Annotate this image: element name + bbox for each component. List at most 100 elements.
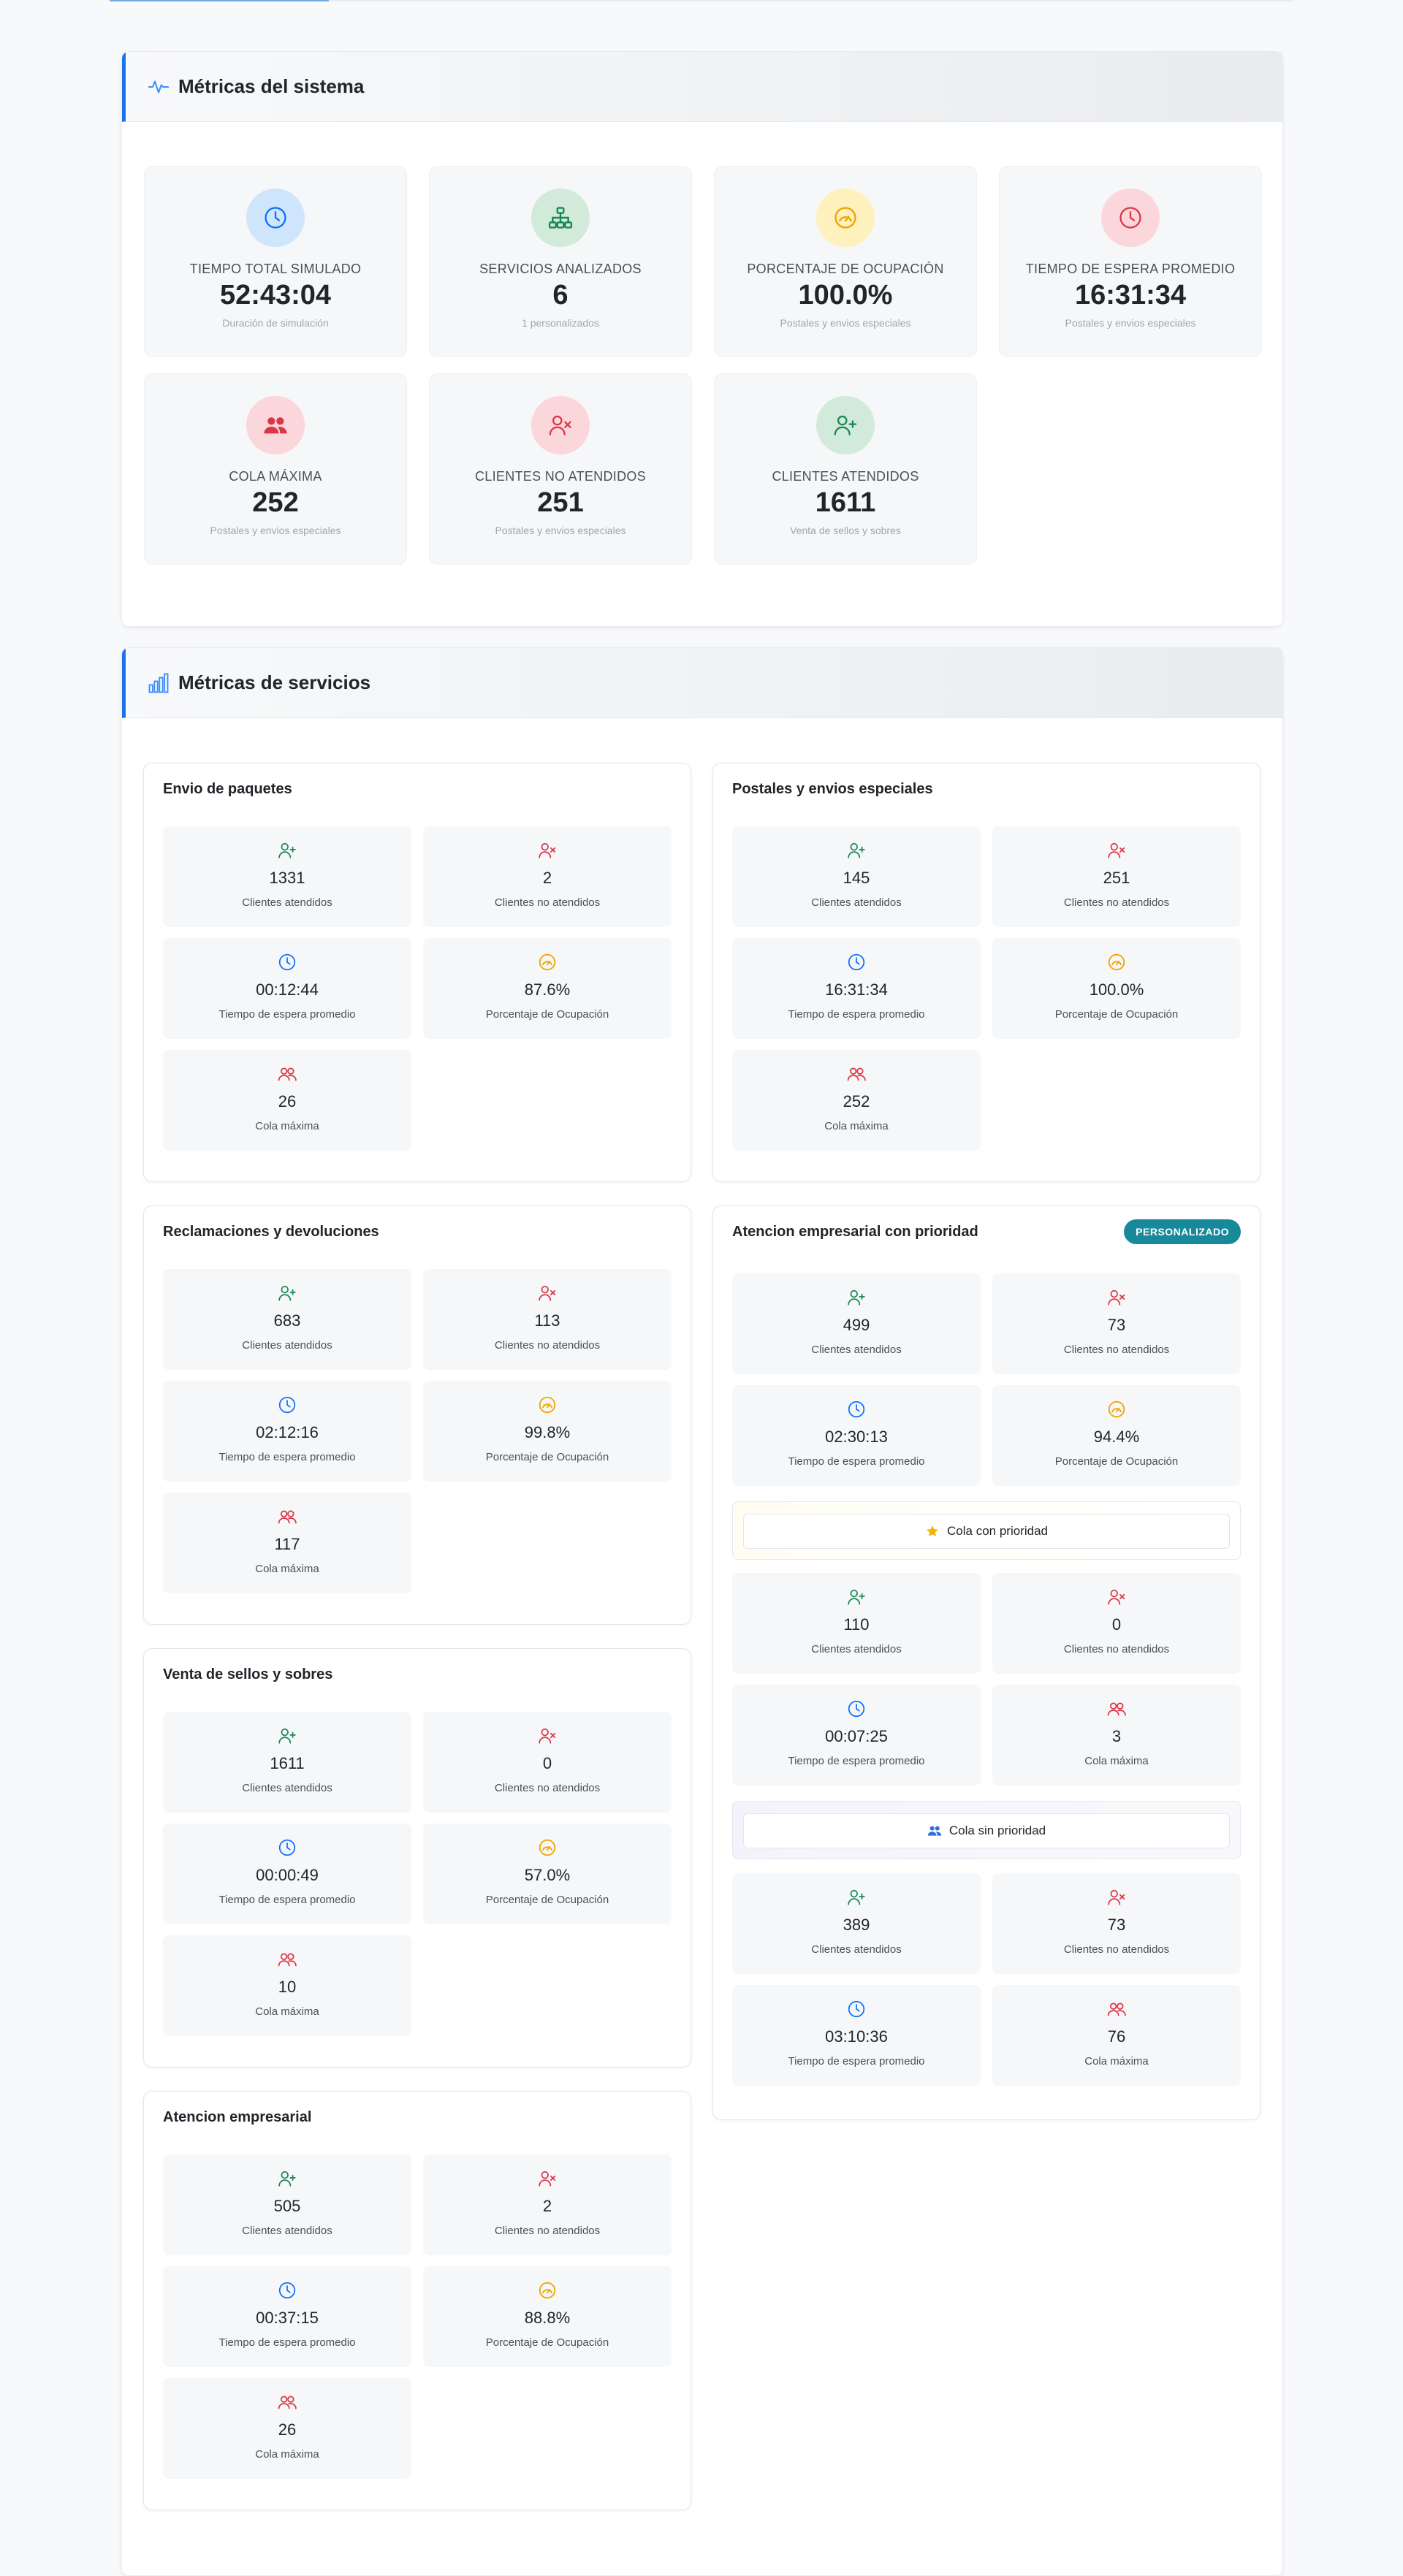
stat-label: Tiempo de espera promedio (218, 1008, 356, 1021)
user-plus-icon (732, 841, 981, 860)
stat-label: Clientes atendidos (811, 1344, 902, 1356)
metric-sub: Postales y envios especiales (780, 317, 911, 329)
metric-sub: Postales y envios especiales (1065, 317, 1196, 329)
stat-not-attended: 0 Clientes no atendidos (423, 1712, 672, 1813)
stat-label: Clientes atendidos (811, 1943, 902, 1956)
gauge-icon (423, 953, 672, 972)
stat-avg-wait: 02:12:16 Tiempo de espera promedio (163, 1381, 411, 1482)
metric-attended: CLIENTES ATENDIDOS 1611 Venta de sellos … (714, 373, 977, 565)
service-card-atencion-prioridad: Atencion empresarial con prioridad PERSO… (712, 1205, 1261, 2120)
stat-label: Clientes no atendidos (1063, 1943, 1170, 1956)
metric-sub: Venta de sellos y sobres (790, 525, 901, 536)
users-icon (163, 1064, 411, 1083)
metric-value: 100.0% (798, 280, 893, 310)
stat-avg-wait: 00:00:49 Tiempo de espera promedio (163, 1824, 411, 1924)
stat-label: Cola máxima (255, 2005, 319, 2018)
stat-value: 73 (1107, 1916, 1126, 1934)
metric-label: CLIENTES ATENDIDOS (772, 469, 919, 484)
stat-value: 2 (542, 869, 552, 887)
metric-label: CLIENTES NO ATENDIDOS (474, 469, 646, 484)
stat-value: 251 (1103, 869, 1130, 887)
metric-value: 52:43:04 (219, 280, 332, 310)
stat-label: Cola máxima (255, 1563, 319, 1575)
user-x-icon (992, 1588, 1241, 1607)
stat-value: 76 (1107, 2027, 1126, 2046)
stat-occupancy: 88.8% Porcentaje de Ocupación (423, 2266, 672, 2367)
service-title: Atencion empresarial (163, 2109, 312, 2125)
stat-value: 99.8% (524, 1423, 571, 1441)
stat-value: 02:12:16 (256, 1423, 319, 1441)
users-icon (992, 2000, 1241, 2019)
bar-chart-icon (148, 672, 170, 694)
stat-attended: 1331 Clientes atendidos (163, 826, 411, 927)
normal-queue-header: Cola sin prioridad (743, 1813, 1230, 1848)
service-title: Postales y envios especiales (732, 781, 933, 797)
metric-sub: Duración de simulación (222, 317, 329, 329)
stat-value: 16:31:34 (825, 980, 888, 999)
stat-value: 117 (274, 1535, 300, 1553)
gauge-icon (992, 953, 1241, 972)
user-plus-icon (816, 396, 875, 454)
stat-attended: 683 Clientes atendidos (163, 1269, 411, 1370)
clock-icon (246, 188, 305, 247)
stat-label: Clientes no atendidos (494, 1782, 601, 1794)
stat-value: 505 (273, 2197, 301, 2215)
stat-value: 2 (542, 2197, 552, 2215)
normal-queue-label: Cola sin prioridad (948, 1824, 1046, 1837)
stat-occupancy: 99.8% Porcentaje de Ocupación (423, 1381, 672, 1482)
clock-icon (732, 1400, 981, 1419)
metric-avg-wait: TIEMPO DE ESPERA PROMEDIO 16:31:34 Posta… (999, 166, 1262, 357)
stat-avg-wait: 02:30:13 Tiempo de espera promedio (732, 1385, 981, 1486)
stat-label: Clientes atendidos (242, 2225, 332, 2237)
stat-label: Clientes no atendidos (1063, 896, 1170, 909)
user-x-icon (992, 1288, 1241, 1307)
user-plus-icon (732, 1588, 981, 1607)
stat-attended: 499 Clientes atendidos (732, 1273, 981, 1374)
stat-label: Cola máxima (255, 2448, 319, 2461)
stat-avg-wait: 00:37:15 Tiempo de espera promedio (163, 2266, 411, 2367)
stat-label: Clientes no atendidos (1063, 1344, 1170, 1356)
user-plus-icon (163, 2169, 411, 2188)
stat-label: Tiempo de espera promedio (788, 2055, 925, 2068)
service-card-postales: Postales y envios especiales 145 Clientes… (712, 763, 1261, 1182)
user-plus-icon (163, 1726, 411, 1745)
user-plus-icon (732, 1288, 981, 1307)
metric-max-queue: COLA MÁXIMA 252 Postales y envios especi… (144, 373, 407, 565)
metric-sub: 1 personalizados (522, 317, 599, 329)
metric-label: SERVICIOS ANALIZADOS (479, 262, 642, 276)
gauge-icon (423, 1395, 672, 1414)
service-card-venta-de-sellos: Venta de sellos y sobres 1611 Clientes at… (143, 1648, 691, 2068)
stat-max-queue: 252 Cola máxima (732, 1050, 981, 1151)
clock-icon (163, 2281, 411, 2300)
user-x-icon (992, 841, 1241, 860)
stat-value: 683 (273, 1311, 301, 1330)
stat-not-attended: 113 Clientes no atendidos (423, 1269, 672, 1370)
stat-value: 00:07:25 (825, 1727, 888, 1745)
metric-sub: Postales y envios especiales (210, 525, 341, 536)
stat-label: Clientes atendidos (811, 896, 902, 909)
stat-label: Cola máxima (1084, 2055, 1149, 2068)
stat-attended: 1611 Clientes atendidos (163, 1712, 411, 1813)
stat-value: 26 (278, 2420, 297, 2439)
custom-badge: PERSONALIZADO (1124, 1219, 1241, 1244)
gauge-icon (423, 2281, 672, 2300)
users-icon (927, 1826, 942, 1836)
stat-label: Porcentaje de Ocupación (485, 2336, 609, 2349)
stat-value: 02:30:13 (825, 1428, 888, 1446)
stat-value: 00:00:49 (256, 1866, 319, 1884)
stat-avg-wait: 16:31:34 Tiempo de espera promedio (732, 938, 981, 1039)
clock-icon (732, 953, 981, 972)
system-metrics-header: Métricas del sistema (122, 52, 1282, 122)
stat-label: Tiempo de espera promedio (218, 1451, 356, 1463)
stat-label: Porcentaje de Ocupación (485, 1008, 609, 1021)
sitemap-icon (531, 188, 590, 247)
metric-label: TIEMPO TOTAL SIMULADO (189, 262, 362, 276)
users-icon (163, 1950, 411, 1969)
user-x-icon (423, 1284, 672, 1303)
users-icon (992, 1699, 1241, 1718)
stat-label: Clientes atendidos (242, 896, 332, 909)
stat-value: 26 (278, 1092, 297, 1110)
stat-label: Cola máxima (255, 1120, 319, 1132)
stat-occupancy: 57.0% Porcentaje de Ocupación (423, 1824, 672, 1924)
metric-value: 252 (252, 487, 299, 518)
